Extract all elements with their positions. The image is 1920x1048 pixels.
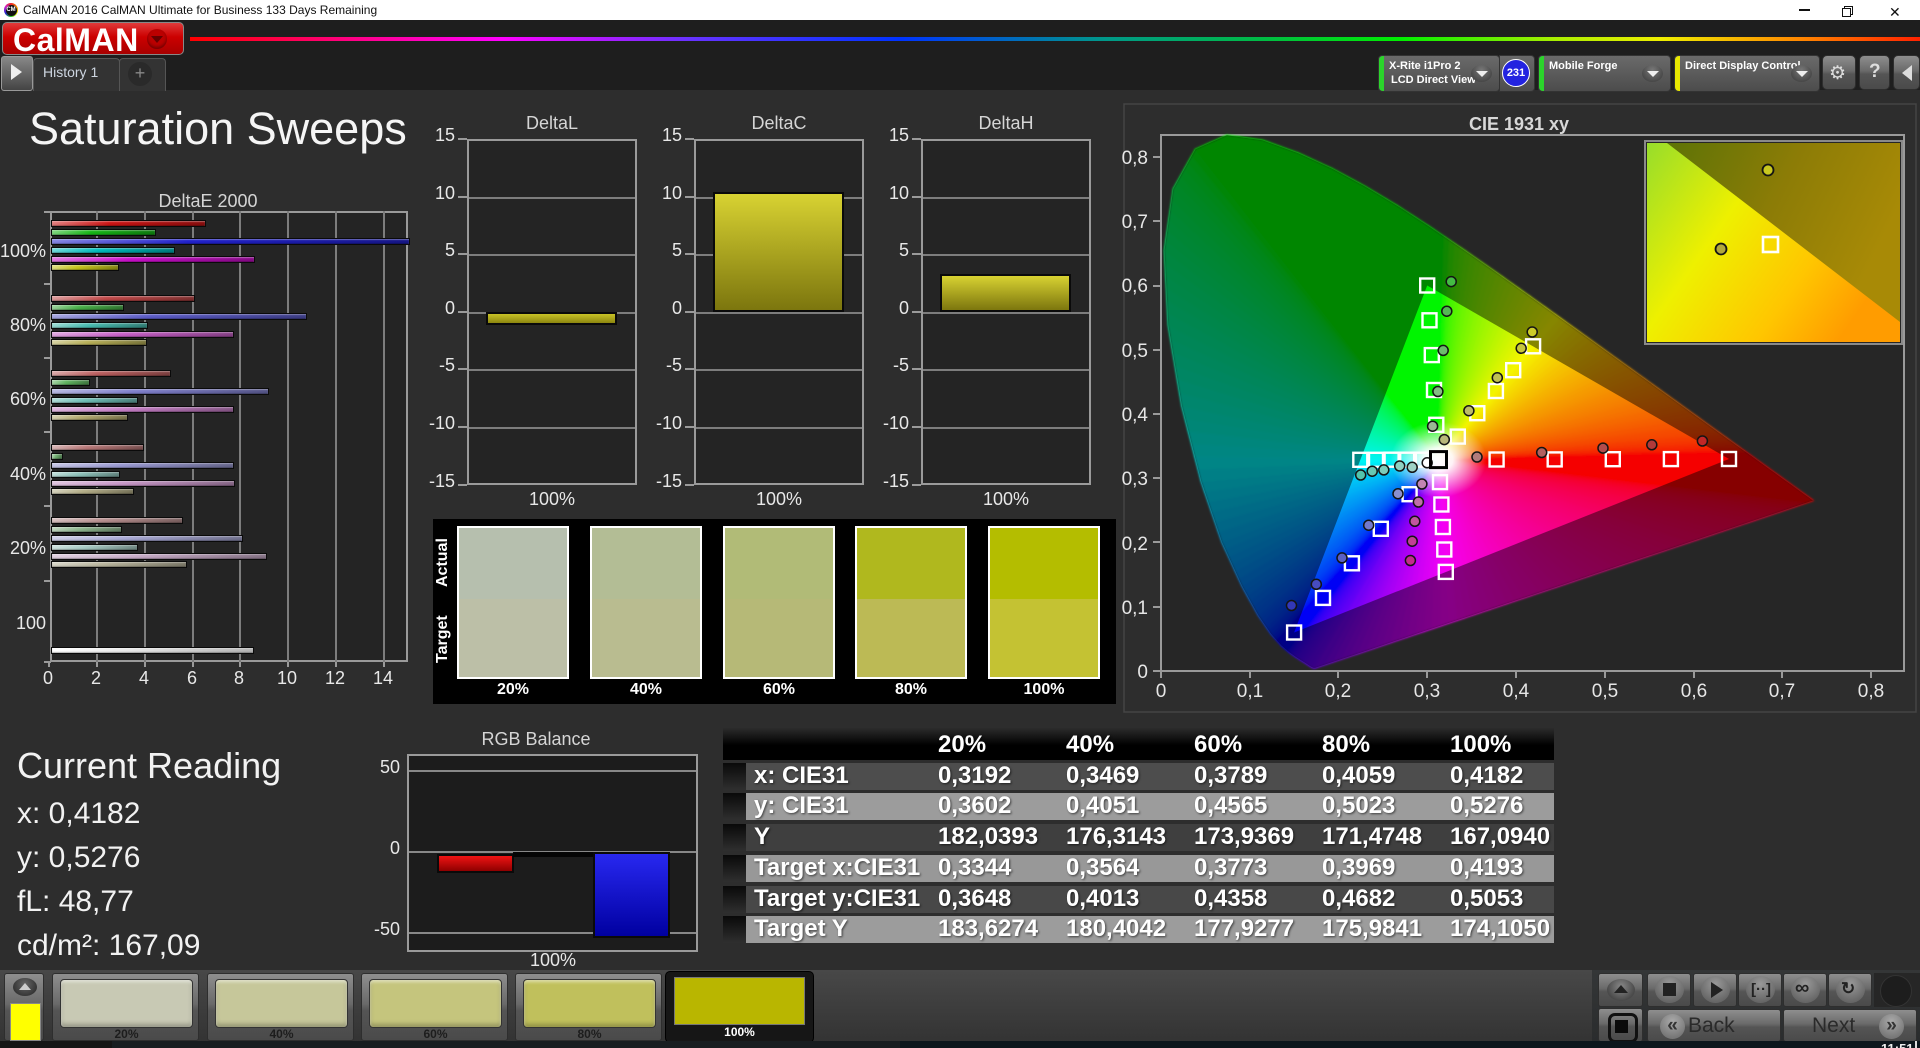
svg-text:0,5: 0,5 [1592, 681, 1618, 702]
svg-text:0,8: 0,8 [1858, 681, 1884, 702]
svg-text:0,4: 0,4 [1122, 405, 1149, 426]
svg-text:0,8: 0,8 [1122, 148, 1148, 169]
svg-text:0,1: 0,1 [1122, 598, 1148, 619]
svg-text:0,6: 0,6 [1681, 681, 1707, 702]
svg-text:0,1: 0,1 [1237, 681, 1263, 702]
svg-text:0,7: 0,7 [1122, 212, 1148, 233]
svg-text:0: 0 [1156, 681, 1167, 702]
svg-text:CIE 1931 xy: CIE 1931 xy [1469, 114, 1569, 134]
svg-text:0,6: 0,6 [1122, 276, 1148, 297]
svg-text:0,4: 0,4 [1503, 681, 1530, 702]
svg-text:0,2: 0,2 [1325, 681, 1351, 702]
svg-text:0,7: 0,7 [1769, 681, 1795, 702]
svg-text:0,2: 0,2 [1122, 534, 1148, 555]
svg-text:0: 0 [1137, 662, 1148, 683]
svg-text:0,3: 0,3 [1414, 681, 1440, 702]
svg-text:0,3: 0,3 [1122, 469, 1148, 490]
svg-text:0,5: 0,5 [1122, 341, 1148, 362]
